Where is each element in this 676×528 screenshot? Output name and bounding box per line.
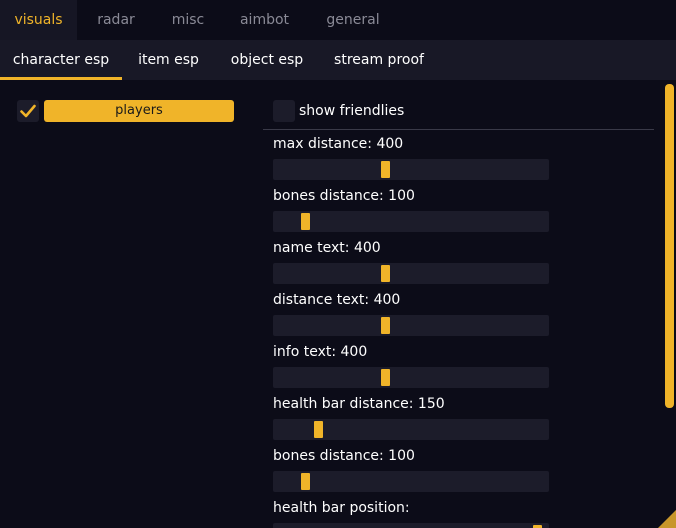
slider-label: bones distance: 100	[273, 187, 415, 205]
slider-label: health bar distance: 150	[273, 395, 445, 413]
slider-label: bones distance: 100	[273, 447, 415, 465]
slider-track[interactable]	[273, 315, 549, 336]
show-friendlies-label: show friendlies	[299, 100, 404, 122]
slider-label: info text: 400	[273, 343, 367, 361]
app-window: visuals radar misc aimbot general charac…	[0, 0, 676, 528]
slider-label: max distance: 400	[273, 135, 403, 153]
tab-aimbot[interactable]: aimbot	[221, 0, 308, 40]
sub-tab-bar: character esp item esp object esp stream…	[0, 40, 676, 80]
subtab-character-esp[interactable]: character esp	[0, 40, 122, 80]
slider-track[interactable]	[273, 159, 549, 180]
slider-label: name text: 400	[273, 239, 381, 257]
tab-radar[interactable]: radar	[77, 0, 155, 40]
slider-label: health bar position:	[273, 499, 410, 517]
slider-track[interactable]	[273, 211, 549, 232]
slider-track[interactable]	[273, 367, 549, 388]
subtab-object-esp[interactable]: object esp	[215, 40, 319, 80]
slider-track[interactable]	[273, 523, 549, 528]
players-checkbox[interactable]	[17, 100, 39, 122]
scrollbar-thumb[interactable]	[665, 84, 674, 408]
slider-label: distance text: 400	[273, 291, 400, 309]
subtab-item-esp[interactable]: item esp	[122, 40, 215, 80]
check-icon	[20, 104, 36, 118]
slider-thumb[interactable]	[381, 369, 390, 386]
section-divider	[263, 129, 654, 130]
players-button[interactable]: players	[44, 100, 234, 122]
slider-thumb[interactable]	[301, 213, 310, 230]
main-tab-bar: visuals radar misc aimbot general	[0, 0, 676, 40]
slider-thumb[interactable]	[381, 317, 390, 334]
show-friendlies-checkbox[interactable]	[273, 100, 295, 122]
slider-thumb[interactable]	[301, 473, 310, 490]
subtab-stream-proof[interactable]: stream proof	[319, 40, 439, 80]
tab-misc[interactable]: misc	[155, 0, 221, 40]
slider-thumb[interactable]	[381, 161, 390, 178]
resize-grip-icon[interactable]	[658, 510, 676, 528]
slider-thumb[interactable]	[381, 265, 390, 282]
tab-visuals[interactable]: visuals	[0, 0, 77, 40]
slider-track[interactable]	[273, 419, 549, 440]
tab-general[interactable]: general	[308, 0, 398, 40]
scrollbar[interactable]	[663, 82, 676, 528]
slider-thumb[interactable]	[314, 421, 323, 438]
slider-track[interactable]	[273, 471, 549, 492]
slider-track[interactable]	[273, 263, 549, 284]
